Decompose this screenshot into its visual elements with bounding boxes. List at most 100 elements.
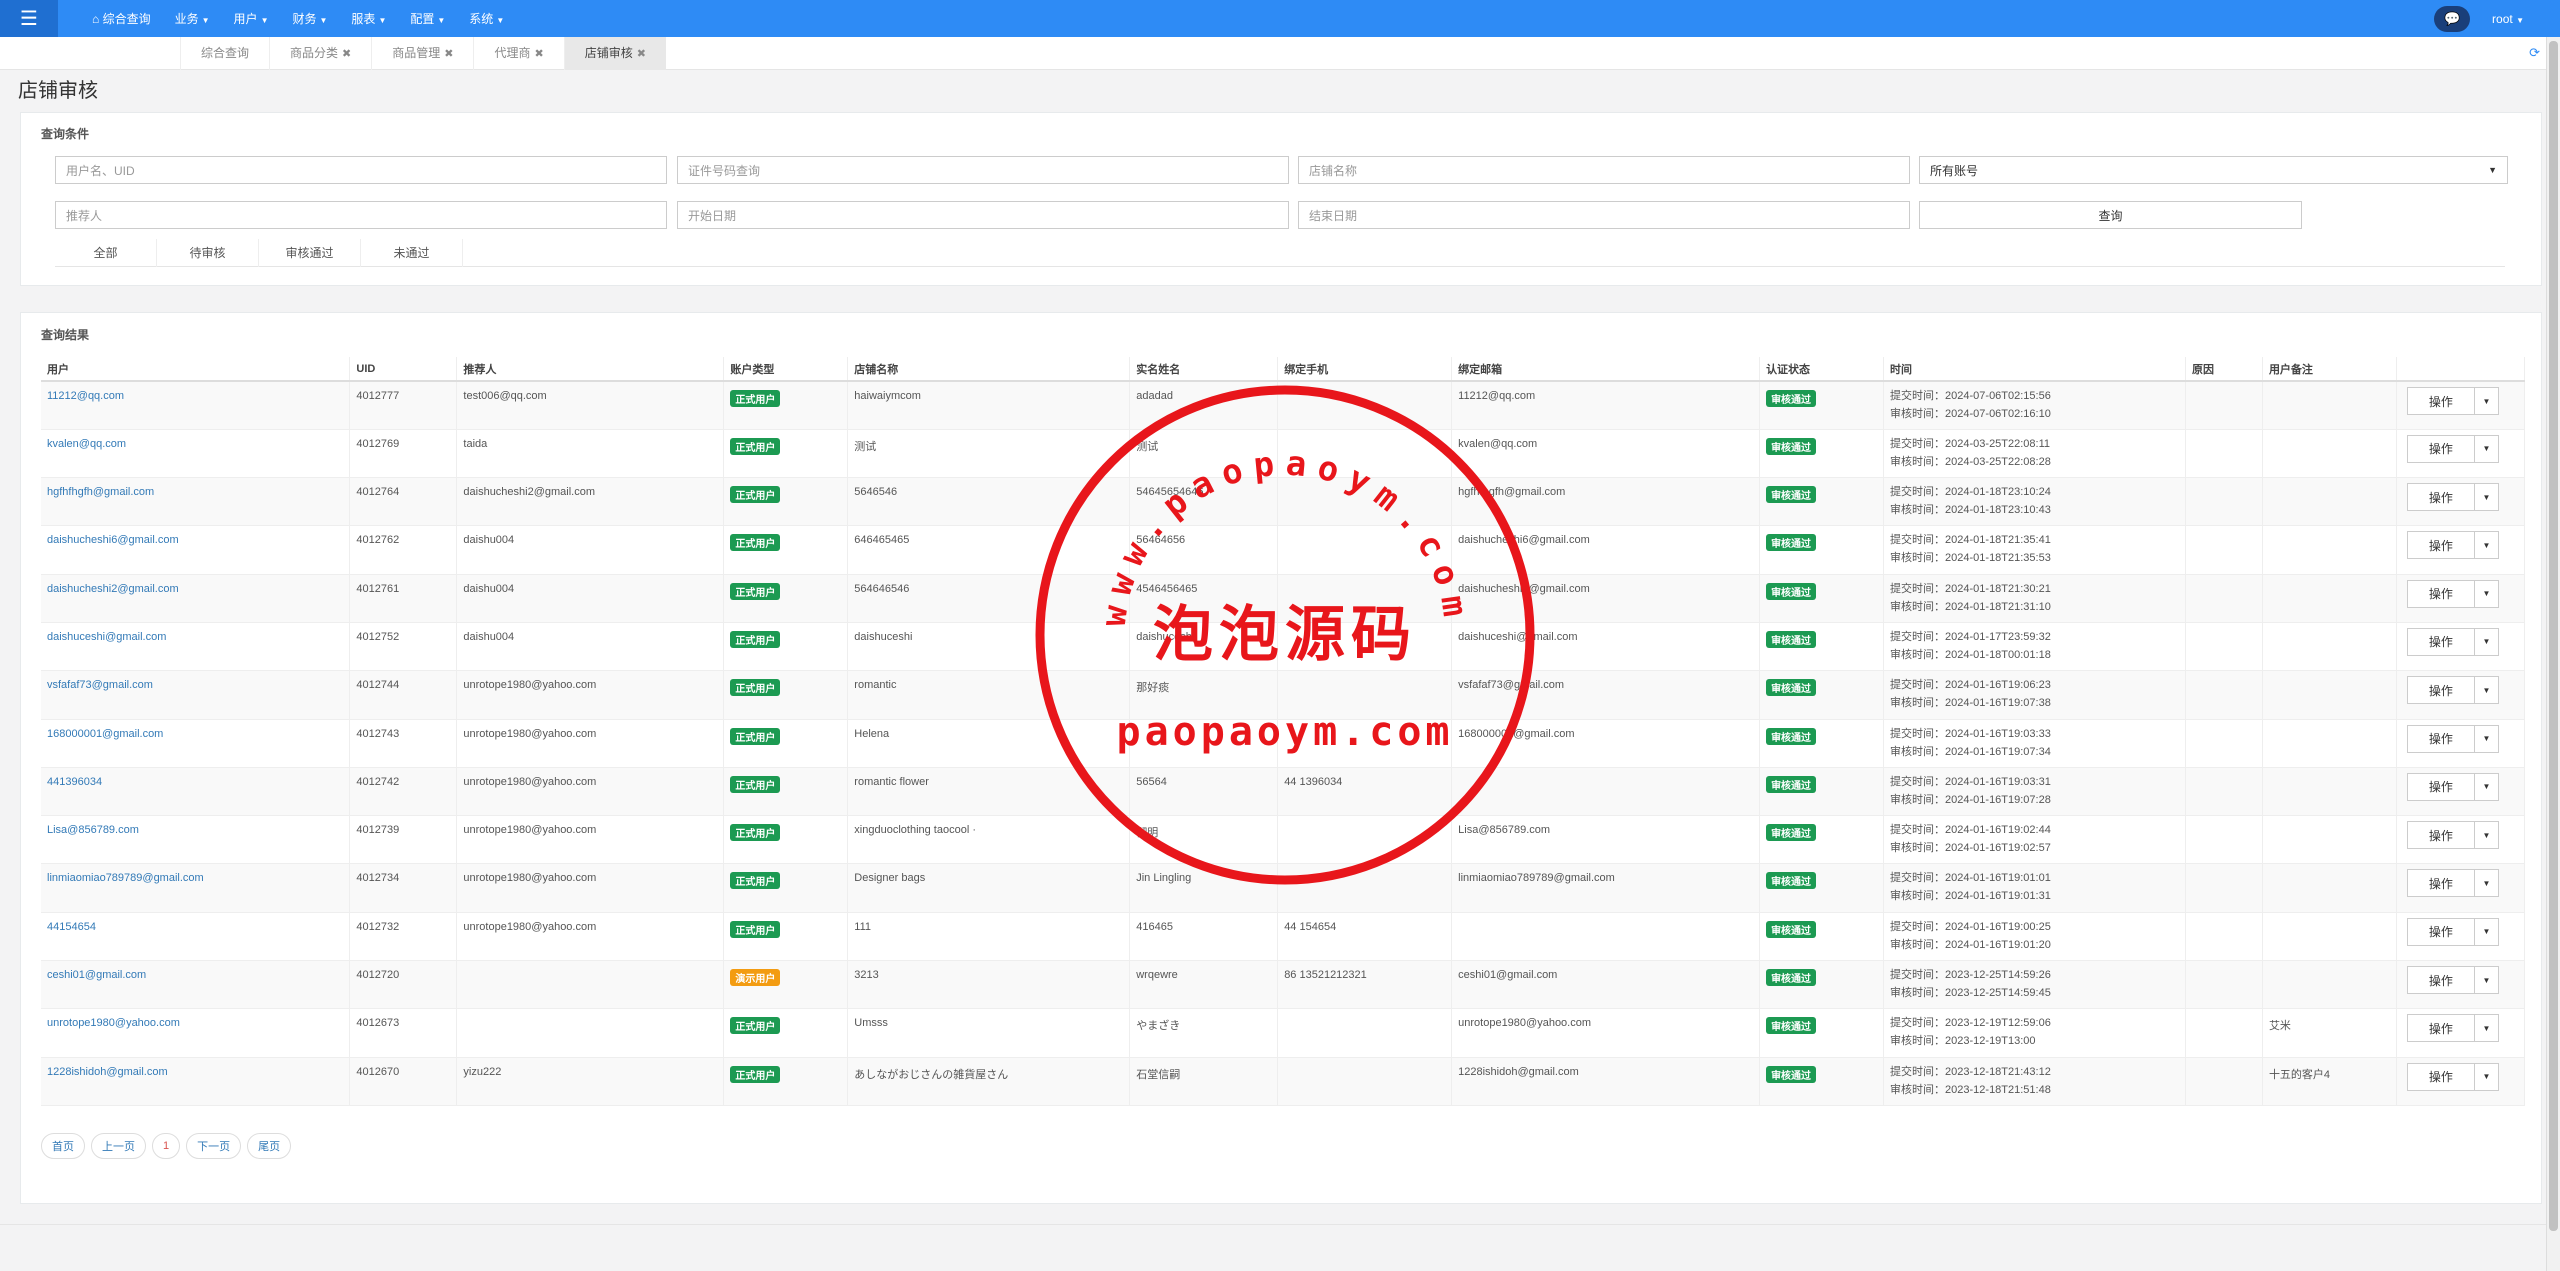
nav-item-config[interactable]: 配置 ▼ [398,10,457,27]
action-button[interactable]: 操作 [2406,917,2475,946]
refresh-icon[interactable]: ⟳ [2529,45,2540,61]
shop-search-input[interactable]: 店铺名称 [1298,156,1910,184]
chevron-down-icon[interactable]: ▼ [2474,434,2499,463]
page-next-button[interactable]: 下一页 [186,1133,242,1159]
chevron-down-icon[interactable]: ▼ [2474,579,2499,608]
nav-item-system[interactable]: 系统 ▼ [457,10,516,27]
cell-referrer: unrotope1980@yahoo.com [456,767,725,817]
chevron-down-icon[interactable]: ▼ [2474,821,2499,850]
cell-real-name: 416465 [1129,912,1279,962]
page-last-button[interactable]: 尾页 [247,1133,292,1159]
action-group: 操作 ▼ [2406,531,2499,560]
close-icon[interactable]: ✖ [535,48,544,60]
chevron-down-icon[interactable]: ▼ [2474,531,2499,560]
user-link[interactable]: kvalen@qq.com [47,438,126,450]
close-icon[interactable]: ✖ [444,48,453,60]
action-button[interactable]: 操作 [2406,579,2475,608]
user-menu[interactable]: root ▼ [2492,12,2524,26]
nav-item-users[interactable]: 用户 ▼ [222,10,281,27]
user-link[interactable]: 11212@qq.com [47,390,124,402]
action-button[interactable]: 操作 [2406,627,2475,656]
action-button[interactable]: 操作 [2406,531,2475,560]
start-date-input[interactable]: 开始日期 [677,201,1289,229]
chevron-down-icon[interactable]: ▼ [2474,724,2499,753]
user-link[interactable]: daishuceshi@gmail.com [47,631,166,643]
nav-item-finance[interactable]: 财务 ▼ [280,10,339,27]
page-prev-button[interactable]: 上一页 [91,1133,146,1159]
action-button[interactable]: 操作 [2406,966,2475,995]
tab-shop-review[interactable]: 店铺审核 ✖ [563,37,666,70]
chat-icon[interactable]: 💬 [2434,5,2471,32]
user-link[interactable]: daishucheshi2@gmail.com [47,583,179,595]
user-link[interactable]: linmiaomiao789789@gmail.com [47,872,204,884]
menu-toggle-icon[interactable]: ☰ [0,0,58,37]
chevron-down-icon[interactable]: ▼ [2474,917,2499,946]
cert-search-input[interactable]: 证件号码查询 [677,156,1289,184]
user-link[interactable]: unrotope1980@yahoo.com [47,1017,180,1029]
chevron-down-icon[interactable]: ▼ [2474,966,2499,995]
action-button[interactable]: 操作 [2406,772,2475,801]
cell-note [2262,815,2397,865]
chevron-down-icon[interactable]: ▼ [2474,869,2499,898]
action-button[interactable]: 操作 [2406,676,2475,705]
user-link[interactable]: Lisa@856789.com [47,824,139,836]
cell-referrer: unrotope1980@yahoo.com [456,815,725,865]
action-button[interactable]: 操作 [2406,821,2475,850]
tabs: 综合查询 商品分类 ✖ 商品管理 ✖ 代理商 ✖ 店铺审核 ✖ [180,37,666,70]
user-link[interactable]: 44154654 [47,921,96,933]
chevron-down-icon[interactable]: ▼ [2474,387,2499,415]
action-button[interactable]: 操作 [2406,387,2475,415]
chevron-down-icon[interactable]: ▼ [2474,483,2499,512]
action-group: 操作 ▼ [2406,724,2499,753]
cell-phone [1277,429,1453,479]
chevron-down-icon[interactable]: ▼ [2474,1062,2499,1091]
cell-shop-name: 564646546 [847,574,1131,623]
action-button[interactable]: 操作 [2406,1062,2475,1091]
filter-rejected[interactable]: 未通过 [361,239,463,267]
filter-approved[interactable]: 审核通过 [259,239,361,267]
nav-item-reports[interactable]: 服表 ▼ [339,10,398,27]
action-button[interactable]: 操作 [2406,434,2475,463]
query-button[interactable]: 查询 [1919,201,2302,229]
action-button[interactable]: 操作 [2406,724,2475,753]
action-button[interactable]: 操作 [2406,869,2475,898]
cell-status: 审核通过 [1759,960,1885,1010]
tab-category[interactable]: 商品分类 ✖ [269,37,371,70]
tab-overview[interactable]: 综合查询 [180,37,269,70]
page-scrollbar[interactable] [2546,37,2560,1271]
tab-agents[interactable]: 代理商 ✖ [473,37,563,70]
tab-products[interactable]: 商品管理 ✖ [371,37,473,70]
chevron-down-icon[interactable]: ▼ [2474,772,2499,801]
action-button[interactable]: 操作 [2406,1014,2475,1043]
user-link[interactable]: ceshi01@gmail.com [47,969,146,981]
scrollbar-thumb[interactable] [2549,41,2558,1231]
user-link[interactable]: 441396034 [47,776,102,788]
account-select[interactable]: 所有账号 ▼ [1919,156,2508,184]
chevron-down-icon[interactable]: ▼ [2474,627,2499,656]
page-current-button[interactable]: 1 [152,1133,181,1159]
cell-time: 提交时间：2024-07-06T02:15:56 审核时间：2024-07-06T… [1883,381,2186,430]
close-icon[interactable]: ✖ [342,48,351,60]
close-icon[interactable]: ✖ [637,48,646,60]
end-date-input[interactable]: 结束日期 [1298,201,1910,229]
user-link[interactable]: 168000001@gmail.com [47,728,163,740]
cell-status: 审核通过 [1759,863,1885,913]
filter-pending[interactable]: 待审核 [157,239,259,267]
cell-note: 十五的客户4 [2262,1057,2397,1106]
user-search-input[interactable]: 用户名、UID [55,156,667,184]
referrer-input[interactable]: 推荐人 [55,201,667,229]
filter-all[interactable]: 全部 [55,239,157,267]
user-link[interactable]: daishucheshi6@gmail.com [47,534,179,546]
page-first-button[interactable]: 首页 [41,1133,85,1159]
chevron-down-icon[interactable]: ▼ [2474,1014,2499,1043]
user-link[interactable]: 1228ishidoh@gmail.com [47,1066,168,1078]
user-link[interactable]: vsfafaf73@gmail.com [47,679,153,691]
cell-email: 168000001@gmail.com [1451,719,1761,768]
nav-item-overview[interactable]: ⌂ 综合查询 [80,10,163,27]
nav-item-business[interactable]: 业务 ▼ [163,10,222,27]
action-button[interactable]: 操作 [2406,483,2475,512]
cell-status: 审核通过 [1759,477,1885,527]
chevron-down-icon[interactable]: ▼ [2474,676,2499,705]
user-link[interactable]: hgfhfhgfh@gmail.com [47,486,154,498]
status-badge: 审核通过 [1766,920,1817,938]
